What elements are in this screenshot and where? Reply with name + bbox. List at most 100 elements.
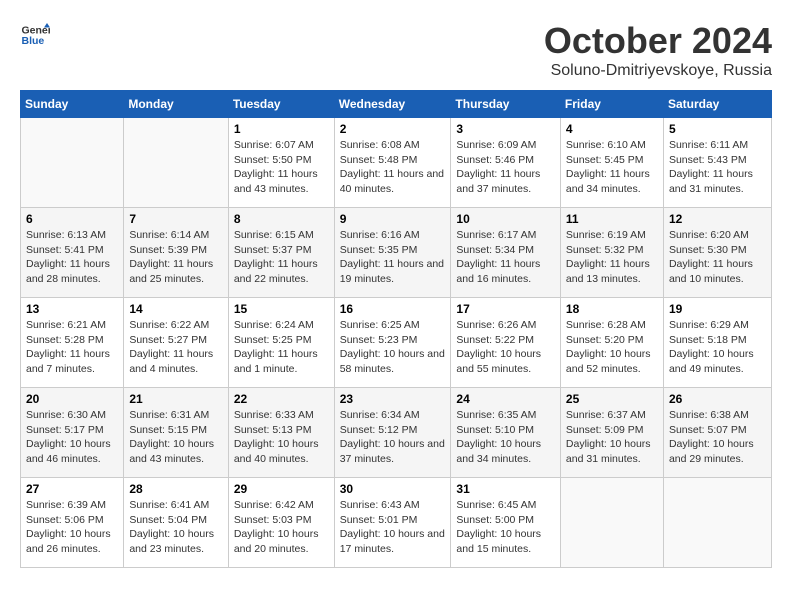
daylight: Daylight: 10 hours and 40 minutes. bbox=[234, 438, 319, 465]
calendar-week-row: 1 Sunrise: 6:07 AM Sunset: 5:50 PM Dayli… bbox=[21, 118, 772, 208]
calendar-cell: 8 Sunrise: 6:15 AM Sunset: 5:37 PM Dayli… bbox=[228, 208, 334, 298]
col-monday: Monday bbox=[124, 91, 228, 118]
location-title: Soluno-Dmitriyevskoye, Russia bbox=[544, 62, 772, 80]
calendar-cell: 21 Sunrise: 6:31 AM Sunset: 5:15 PM Dayl… bbox=[124, 388, 228, 478]
calendar-cell: 12 Sunrise: 6:20 AM Sunset: 5:30 PM Dayl… bbox=[663, 208, 771, 298]
sunrise: Sunrise: 6:38 AM bbox=[669, 409, 749, 421]
day-number: 2 bbox=[340, 122, 446, 136]
sunrise: Sunrise: 6:10 AM bbox=[566, 139, 646, 151]
sunset: Sunset: 5:30 PM bbox=[669, 244, 747, 256]
sunset: Sunset: 5:20 PM bbox=[566, 334, 644, 346]
day-number: 4 bbox=[566, 122, 658, 136]
calendar-table: Sunday Monday Tuesday Wednesday Thursday… bbox=[20, 90, 772, 568]
calendar-body: 1 Sunrise: 6:07 AM Sunset: 5:50 PM Dayli… bbox=[21, 118, 772, 568]
day-number: 3 bbox=[456, 122, 555, 136]
daylight: Daylight: 11 hours and 13 minutes. bbox=[566, 258, 650, 285]
calendar-cell: 20 Sunrise: 6:30 AM Sunset: 5:17 PM Dayl… bbox=[21, 388, 124, 478]
calendar-cell bbox=[560, 478, 663, 568]
daylight: Daylight: 10 hours and 52 minutes. bbox=[566, 348, 651, 375]
sunset: Sunset: 5:34 PM bbox=[456, 244, 534, 256]
daylight: Daylight: 10 hours and 29 minutes. bbox=[669, 438, 754, 465]
sunrise: Sunrise: 6:30 AM bbox=[26, 409, 106, 421]
day-number: 12 bbox=[669, 212, 766, 226]
calendar-week-row: 20 Sunrise: 6:30 AM Sunset: 5:17 PM Dayl… bbox=[21, 388, 772, 478]
daylight: Daylight: 11 hours and 37 minutes. bbox=[456, 168, 540, 195]
calendar-cell bbox=[21, 118, 124, 208]
sunset: Sunset: 5:27 PM bbox=[129, 334, 207, 346]
sunrise: Sunrise: 6:26 AM bbox=[456, 319, 536, 331]
calendar-week-row: 6 Sunrise: 6:13 AM Sunset: 5:41 PM Dayli… bbox=[21, 208, 772, 298]
day-number: 26 bbox=[669, 392, 766, 406]
sunset: Sunset: 5:00 PM bbox=[456, 514, 534, 526]
calendar-header: Sunday Monday Tuesday Wednesday Thursday… bbox=[21, 91, 772, 118]
calendar-cell: 14 Sunrise: 6:22 AM Sunset: 5:27 PM Dayl… bbox=[124, 298, 228, 388]
calendar-cell: 2 Sunrise: 6:08 AM Sunset: 5:48 PM Dayli… bbox=[334, 118, 451, 208]
daylight: Daylight: 10 hours and 23 minutes. bbox=[129, 528, 214, 555]
day-number: 19 bbox=[669, 302, 766, 316]
calendar-cell: 25 Sunrise: 6:37 AM Sunset: 5:09 PM Dayl… bbox=[560, 388, 663, 478]
sunrise: Sunrise: 6:19 AM bbox=[566, 229, 646, 241]
daylight: Daylight: 11 hours and 1 minute. bbox=[234, 348, 318, 375]
sunrise: Sunrise: 6:33 AM bbox=[234, 409, 314, 421]
sunset: Sunset: 5:07 PM bbox=[669, 424, 747, 436]
sunset: Sunset: 5:39 PM bbox=[129, 244, 207, 256]
col-friday: Friday bbox=[560, 91, 663, 118]
daylight: Daylight: 10 hours and 37 minutes. bbox=[340, 438, 445, 465]
daylight: Daylight: 10 hours and 31 minutes. bbox=[566, 438, 651, 465]
page-header: General Blue October 2024 Soluno-Dmitriy… bbox=[20, 20, 772, 80]
daylight: Daylight: 10 hours and 46 minutes. bbox=[26, 438, 111, 465]
sunset: Sunset: 5:09 PM bbox=[566, 424, 644, 436]
calendar-cell: 9 Sunrise: 6:16 AM Sunset: 5:35 PM Dayli… bbox=[334, 208, 451, 298]
sunset: Sunset: 5:50 PM bbox=[234, 154, 312, 166]
day-number: 11 bbox=[566, 212, 658, 226]
day-number: 24 bbox=[456, 392, 555, 406]
sunset: Sunset: 5:48 PM bbox=[340, 154, 418, 166]
daylight: Daylight: 10 hours and 17 minutes. bbox=[340, 528, 445, 555]
daylight: Daylight: 11 hours and 10 minutes. bbox=[669, 258, 753, 285]
sunset: Sunset: 5:06 PM bbox=[26, 514, 104, 526]
day-number: 29 bbox=[234, 482, 329, 496]
calendar-week-row: 13 Sunrise: 6:21 AM Sunset: 5:28 PM Dayl… bbox=[21, 298, 772, 388]
sunrise: Sunrise: 6:16 AM bbox=[340, 229, 420, 241]
day-number: 8 bbox=[234, 212, 329, 226]
day-number: 5 bbox=[669, 122, 766, 136]
day-number: 6 bbox=[26, 212, 118, 226]
calendar-cell: 3 Sunrise: 6:09 AM Sunset: 5:46 PM Dayli… bbox=[451, 118, 561, 208]
calendar-cell: 10 Sunrise: 6:17 AM Sunset: 5:34 PM Dayl… bbox=[451, 208, 561, 298]
sunrise: Sunrise: 6:24 AM bbox=[234, 319, 314, 331]
sunrise: Sunrise: 6:15 AM bbox=[234, 229, 314, 241]
sunset: Sunset: 5:18 PM bbox=[669, 334, 747, 346]
day-number: 22 bbox=[234, 392, 329, 406]
sunrise: Sunrise: 6:39 AM bbox=[26, 499, 106, 511]
sunset: Sunset: 5:03 PM bbox=[234, 514, 312, 526]
sunrise: Sunrise: 6:31 AM bbox=[129, 409, 209, 421]
sunrise: Sunrise: 6:09 AM bbox=[456, 139, 536, 151]
calendar-cell: 24 Sunrise: 6:35 AM Sunset: 5:10 PM Dayl… bbox=[451, 388, 561, 478]
sunset: Sunset: 5:35 PM bbox=[340, 244, 418, 256]
col-thursday: Thursday bbox=[451, 91, 561, 118]
calendar-cell: 31 Sunrise: 6:45 AM Sunset: 5:00 PM Dayl… bbox=[451, 478, 561, 568]
col-tuesday: Tuesday bbox=[228, 91, 334, 118]
sunset: Sunset: 5:32 PM bbox=[566, 244, 644, 256]
sunset: Sunset: 5:15 PM bbox=[129, 424, 207, 436]
sunset: Sunset: 5:10 PM bbox=[456, 424, 534, 436]
day-number: 16 bbox=[340, 302, 446, 316]
calendar-cell: 7 Sunrise: 6:14 AM Sunset: 5:39 PM Dayli… bbox=[124, 208, 228, 298]
daylight: Daylight: 10 hours and 15 minutes. bbox=[456, 528, 541, 555]
logo-icon: General Blue bbox=[20, 20, 50, 50]
day-number: 31 bbox=[456, 482, 555, 496]
header-row: Sunday Monday Tuesday Wednesday Thursday… bbox=[21, 91, 772, 118]
sunrise: Sunrise: 6:28 AM bbox=[566, 319, 646, 331]
day-number: 20 bbox=[26, 392, 118, 406]
svg-text:Blue: Blue bbox=[22, 35, 45, 47]
daylight: Daylight: 11 hours and 28 minutes. bbox=[26, 258, 110, 285]
calendar-week-row: 27 Sunrise: 6:39 AM Sunset: 5:06 PM Dayl… bbox=[21, 478, 772, 568]
daylight: Daylight: 11 hours and 7 minutes. bbox=[26, 348, 110, 375]
daylight: Daylight: 10 hours and 20 minutes. bbox=[234, 528, 319, 555]
sunrise: Sunrise: 6:08 AM bbox=[340, 139, 420, 151]
calendar-cell: 18 Sunrise: 6:28 AM Sunset: 5:20 PM Dayl… bbox=[560, 298, 663, 388]
title-block: October 2024 Soluno-Dmitriyevskoye, Russ… bbox=[544, 20, 772, 80]
day-number: 27 bbox=[26, 482, 118, 496]
calendar-cell: 1 Sunrise: 6:07 AM Sunset: 5:50 PM Dayli… bbox=[228, 118, 334, 208]
day-number: 30 bbox=[340, 482, 446, 496]
